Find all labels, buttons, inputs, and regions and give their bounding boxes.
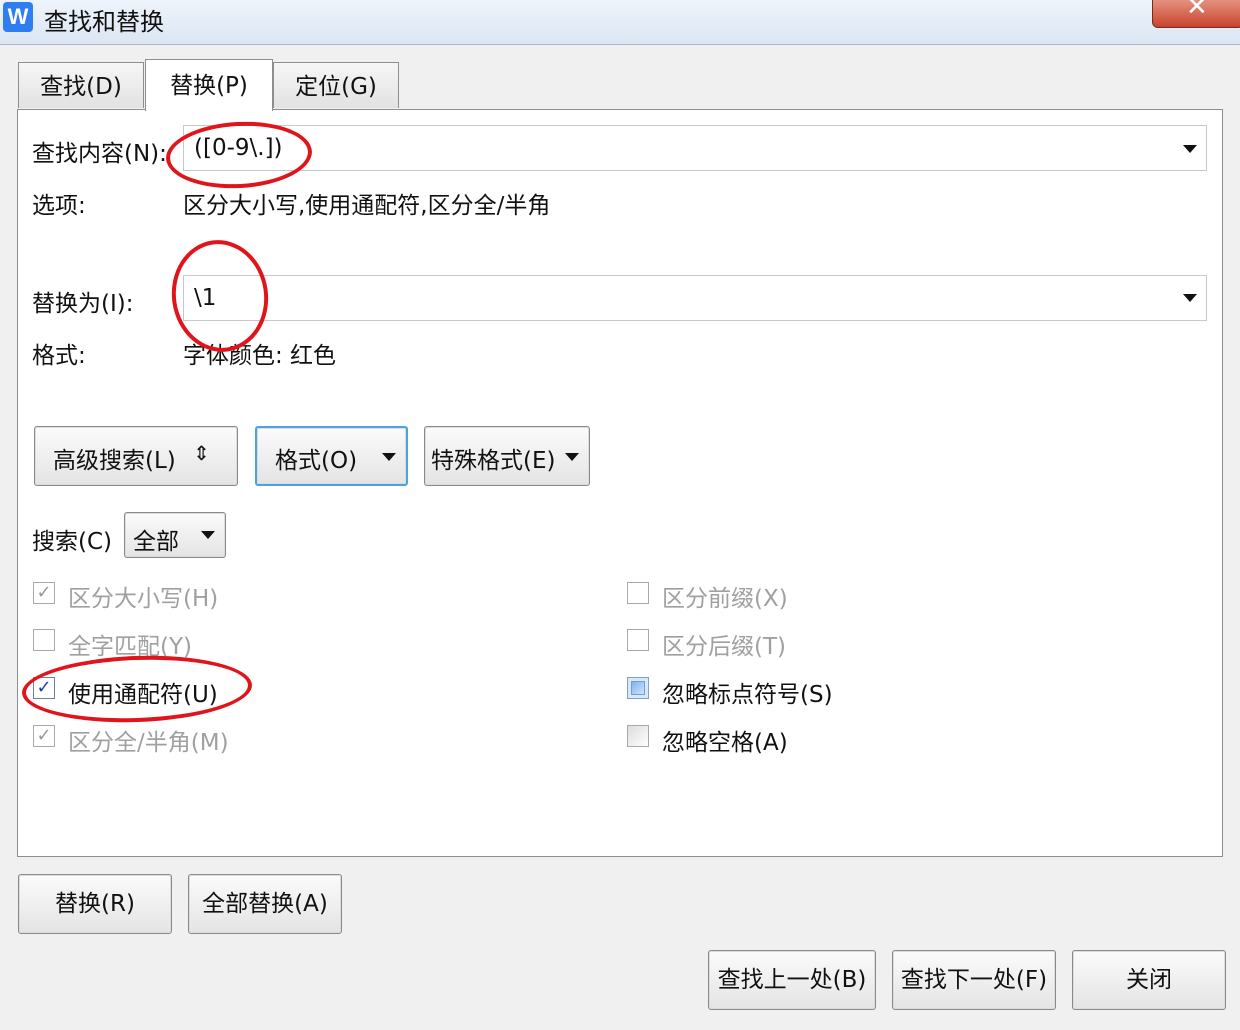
prefix-label: 区分前缀(X) <box>662 586 788 612</box>
options-value: 区分大小写,使用通配符,区分全/半角 <box>183 193 551 219</box>
find-next-button[interactable]: 查找下一处(F) <box>892 950 1056 1010</box>
ignore-punctuation-label[interactable]: 忽略标点符号(S) <box>662 675 833 709</box>
tab-replace[interactable]: 替换(P) <box>145 59 273 111</box>
full-half-width-checkbox[interactable]: ✓ <box>33 725 55 747</box>
advanced-search-button[interactable]: 高级搜索(L) ⇕ <box>34 426 238 486</box>
special-format-label: 特殊格式(E) <box>431 448 556 474</box>
options-label: 选项: <box>32 193 86 219</box>
replace-input[interactable]: \1 <box>183 275 1207 321</box>
close-button[interactable]: 关闭 <box>1072 950 1226 1010</box>
ignore-space-label[interactable]: 忽略空格(A) <box>662 723 788 757</box>
ignore-space-checkbox[interactable] <box>627 725 649 747</box>
format-button-label: 格式(O) <box>275 448 358 474</box>
replace-value: \1 <box>194 285 217 311</box>
close-icon[interactable]: ✕ <box>1186 0 1208 22</box>
replace-button[interactable]: 替换(R) <box>18 874 172 934</box>
ignore-punctuation-checkbox[interactable] <box>627 677 649 699</box>
replace-label: 替换为(I): <box>32 291 134 317</box>
window-title: 查找和替换 <box>44 8 164 36</box>
tab-goto[interactable]: 定位(G) <box>273 62 399 108</box>
format-dropdown-icon <box>382 453 396 461</box>
search-scope-label: 搜索(C) <box>32 529 113 555</box>
search-scope-value: 全部 <box>133 529 179 555</box>
whole-word-label: 全字匹配(Y) <box>68 634 192 660</box>
format-label: 格式: <box>32 343 86 369</box>
find-value: ([0-9\.]) <box>194 135 283 161</box>
find-label: 查找内容(N): <box>32 141 167 167</box>
match-case-checkbox[interactable]: ✓ <box>33 582 55 604</box>
title-bar <box>0 0 1240 45</box>
tab-find[interactable]: 查找(D) <box>18 62 144 108</box>
prefix-checkbox[interactable] <box>627 582 649 604</box>
search-scope-select[interactable]: 全部 <box>124 512 226 558</box>
search-scope-dropdown-icon <box>201 531 215 539</box>
format-value: 字体颜色: 红色 <box>183 343 337 369</box>
wildcards-label[interactable]: 使用通配符(U) <box>68 675 218 709</box>
find-dropdown-arrow-icon[interactable] <box>1183 145 1197 153</box>
replace-dropdown-arrow-icon[interactable] <box>1183 294 1197 302</box>
replace-all-button[interactable]: 全部替换(A) <box>188 874 342 934</box>
special-format-dropdown-icon <box>565 453 579 461</box>
match-case-label: 区分大小写(H) <box>68 586 219 612</box>
wps-app-icon: W <box>3 2 33 32</box>
format-button[interactable]: 格式(O) <box>255 426 408 486</box>
suffix-checkbox[interactable] <box>627 629 649 651</box>
special-format-button[interactable]: 特殊格式(E) <box>424 426 590 486</box>
wildcards-checkbox[interactable]: ✓ <box>33 677 55 699</box>
suffix-label: 区分后缀(T) <box>662 634 786 660</box>
advanced-search-label: 高级搜索(L) <box>53 448 176 474</box>
find-input[interactable]: ([0-9\.]) <box>183 125 1207 171</box>
full-half-width-label: 区分全/半角(M) <box>68 730 229 756</box>
whole-word-checkbox[interactable] <box>33 629 55 651</box>
collapse-arrows-icon: ⇕ <box>193 441 210 465</box>
find-previous-button[interactable]: 查找上一处(B) <box>708 950 876 1010</box>
